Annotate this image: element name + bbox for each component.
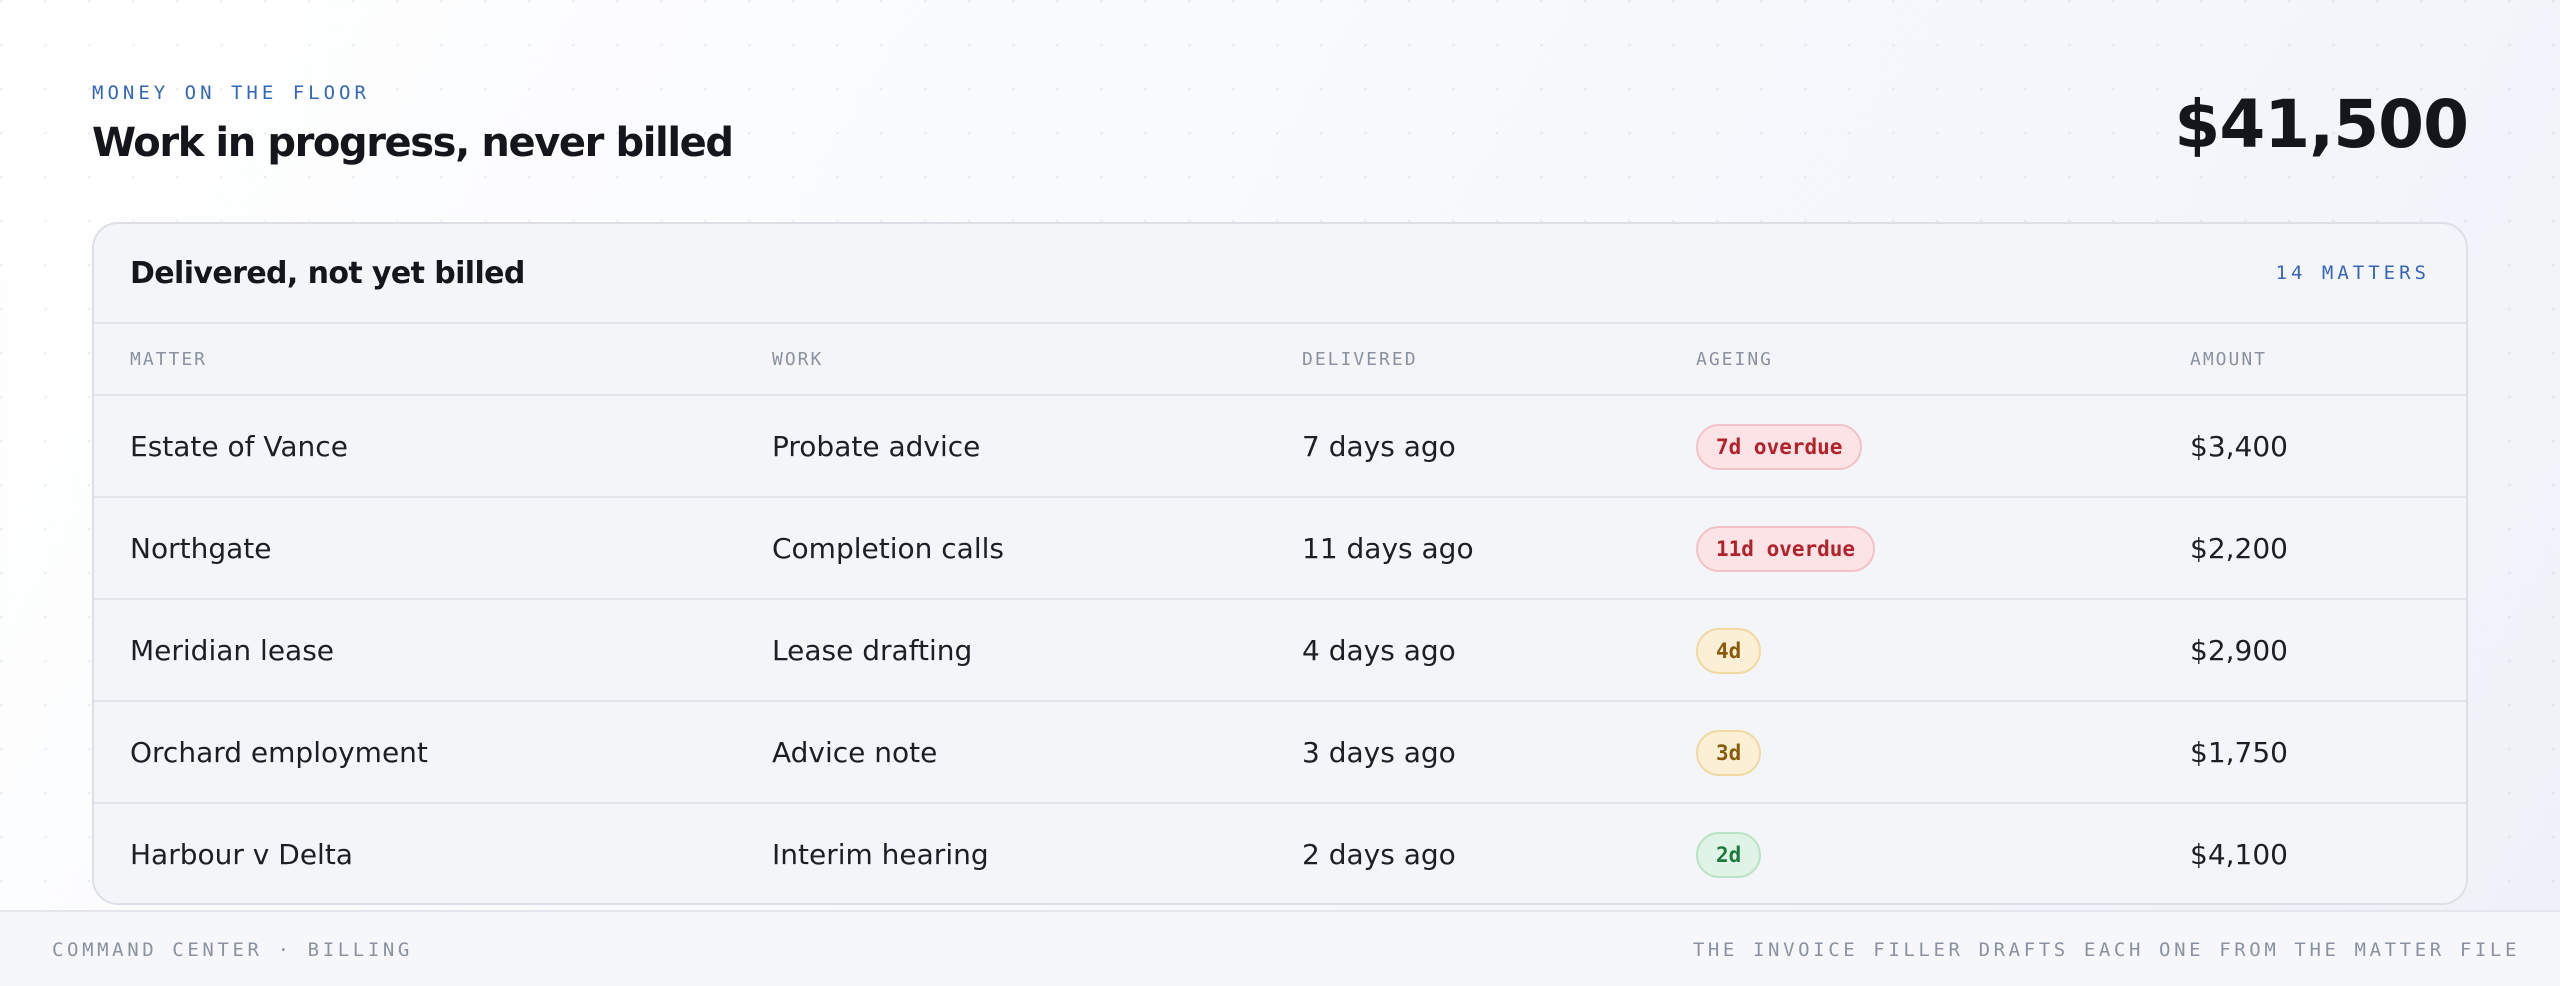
table-row[interactable]: Meridian lease Lease drafting 4 days ago…: [94, 600, 2466, 702]
delivered-cell: 7 days ago: [1302, 430, 1456, 463]
table-body: Estate of Vance Probate advice 7 days ag…: [94, 396, 2466, 903]
matter-cell: Orchard employment: [130, 736, 428, 769]
matter-cell: Estate of Vance: [130, 430, 348, 463]
unbilled-work-card: Delivered, not yet billed 14 MATTERS MAT…: [92, 222, 2468, 905]
footer-note: THE INVOICE FILLER DRAFTS EACH ONE FROM …: [1692, 939, 2520, 961]
column-header-amount[interactable]: AMOUNT: [2190, 324, 2267, 396]
matter-cell: Northgate: [130, 532, 272, 565]
delivered-cell: 11 days ago: [1302, 532, 1474, 565]
ageing-badge: 7d overdue: [1696, 424, 1863, 470]
ageing-badge: 3d: [1696, 730, 1762, 776]
work-cell: Advice note: [772, 736, 938, 769]
amount-cell: $3,400: [2190, 430, 2288, 463]
card-title: Delivered, not yet billed: [130, 255, 525, 291]
delivered-cell: 4 days ago: [1302, 634, 1456, 667]
amount-cell: $2,200: [2190, 532, 2288, 565]
column-header-delivered[interactable]: DELIVERED: [1302, 324, 1418, 396]
ageing-badge: 11d overdue: [1696, 526, 1876, 572]
table-row[interactable]: Orchard employment Advice note 3 days ag…: [94, 702, 2466, 804]
work-cell: Interim hearing: [772, 838, 989, 871]
column-header-ageing[interactable]: AGEING: [1696, 324, 1773, 396]
delivered-cell: 3 days ago: [1302, 736, 1456, 769]
table-row[interactable]: Estate of Vance Probate advice 7 days ag…: [94, 396, 2466, 498]
amount-cell: $2,900: [2190, 634, 2288, 667]
column-header-matter[interactable]: MATTER: [130, 324, 207, 396]
column-header-work[interactable]: WORK: [772, 324, 823, 396]
total-amount: $41,500: [2174, 86, 2469, 163]
table-header: MATTER WORK DELIVERED AGEING AMOUNT: [94, 324, 2466, 396]
work-cell: Lease drafting: [772, 634, 973, 667]
footer-breadcrumb: COMMAND CENTER · BILLING: [52, 939, 413, 961]
delivered-cell: 2 days ago: [1302, 838, 1456, 871]
table-row[interactable]: Harbour v Delta Interim hearing 2 days a…: [94, 804, 2466, 903]
footer-bar: COMMAND CENTER · BILLING THE INVOICE FIL…: [0, 910, 2560, 986]
amount-cell: $4,100: [2190, 838, 2288, 871]
amount-cell: $1,750: [2190, 736, 2288, 769]
table-row[interactable]: Northgate Completion calls 11 days ago 1…: [94, 498, 2466, 600]
matters-count-link[interactable]: 14 MATTERS: [2276, 262, 2430, 284]
matter-cell: Harbour v Delta: [130, 838, 353, 871]
page-title: Work in progress, never billed: [92, 120, 734, 166]
card-header: Delivered, not yet billed 14 MATTERS: [94, 224, 2466, 324]
ageing-badge: 2d: [1696, 832, 1762, 878]
work-cell: Probate advice: [772, 430, 981, 463]
work-cell: Completion calls: [772, 532, 1004, 565]
matter-cell: Meridian lease: [130, 634, 335, 667]
ageing-badge: 4d: [1696, 628, 1762, 674]
section-eyebrow: MONEY ON THE FLOOR: [92, 82, 370, 104]
